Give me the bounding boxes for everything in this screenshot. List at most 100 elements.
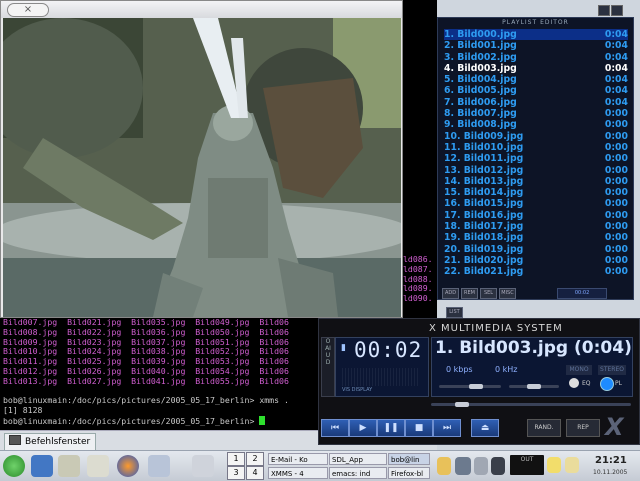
- playlist-item-name: 21. Bild020.jpg: [444, 254, 524, 266]
- task-sdl-app[interactable]: SDL_App: [329, 453, 387, 465]
- playlist-item-name: 11. Bild010.jpg: [444, 141, 524, 153]
- terminal-launcher-icon[interactable]: [58, 455, 80, 477]
- eject-button[interactable]: ⏏: [471, 419, 499, 437]
- printer-tray-icon[interactable]: [455, 457, 471, 475]
- playlist-misc-button[interactable]: MISC: [499, 288, 516, 299]
- playlist-select-button[interactable]: SEL: [480, 288, 497, 299]
- pager-desktop-1[interactable]: 1: [227, 452, 245, 466]
- playlist-item[interactable]: 6. Bild005.jpg 0:04: [444, 85, 628, 96]
- playlist-button-bar: ADD REM SEL MISC 00:02 LIST: [442, 288, 632, 318]
- pager-desktop-2[interactable]: 2: [246, 452, 264, 466]
- playlist-item-time: 0:00: [604, 130, 628, 142]
- previous-icon: ⏮: [330, 423, 340, 433]
- playlist-item[interactable]: 11. Bild010.jpg 0:00: [444, 142, 628, 153]
- image-viewer-titlebar[interactable]: ×: [1, 1, 402, 18]
- playlist-item[interactable]: 2. Bild001.jpg 0:04: [444, 40, 628, 51]
- next-button[interactable]: ⏭: [433, 419, 461, 437]
- terminal-prompt-line: bob@linuxmain:/doc/pics/pictures/2005_05…: [3, 395, 289, 405]
- playlist-item[interactable]: 1. Bild000.jpg 0:04: [444, 29, 628, 41]
- playlist-item[interactable]: 12. Bild011.jpg 0:00: [444, 153, 628, 164]
- playlist-item[interactable]: 13. Bild012.jpg 0:00: [444, 165, 628, 176]
- clock-time[interactable]: 21:21: [595, 455, 627, 466]
- playlist-item[interactable]: 15. Bild014.jpg 0:00: [444, 187, 628, 198]
- playlist-item[interactable]: 17. Bild016.jpg 0:00: [444, 210, 628, 221]
- playlist-mini-time: 00:02: [557, 288, 608, 299]
- playlist-item[interactable]: 7. Bild006.jpg 0:04: [444, 97, 628, 108]
- cpu-monitor-tray[interactable]: OUT: [510, 455, 544, 475]
- task-firefox[interactable]: Firefox-bl: [388, 467, 430, 479]
- playlist-item[interactable]: 16. Bild015.jpg 0:00: [444, 198, 628, 209]
- settings-icon[interactable]: [192, 455, 214, 477]
- pager-desktop-3[interactable]: 3: [227, 466, 245, 480]
- close-icon[interactable]: ×: [7, 3, 49, 17]
- repeat-button[interactable]: REP: [566, 419, 600, 437]
- balance-slider[interactable]: [509, 384, 559, 389]
- playlist-item[interactable]: 14. Bild013.jpg 0:00: [444, 176, 628, 187]
- task-email[interactable]: E-Mail - Ko: [268, 453, 328, 465]
- playlist-item-time: 0:00: [604, 266, 628, 278]
- previous-button[interactable]: ⏮: [321, 419, 349, 437]
- konqueror-icon[interactable]: [148, 455, 170, 477]
- notes-tray-icon[interactable]: [547, 457, 561, 473]
- play-button[interactable]: ▶: [349, 419, 377, 437]
- playlist-toggle[interactable]: [600, 377, 614, 391]
- k-menu-icon[interactable]: [3, 455, 25, 477]
- system-icon[interactable]: [87, 455, 109, 477]
- play-indicator-icon: ▮: [341, 343, 346, 353]
- playlist-shade-button[interactable]: [598, 5, 610, 16]
- playlist-item-time: 0:04: [604, 74, 628, 86]
- terminal-icon: [9, 435, 21, 445]
- volume-slider[interactable]: [439, 384, 501, 389]
- playlist-item[interactable]: 20. Bild019.jpg 0:00: [444, 244, 628, 255]
- terminal-tab[interactable]: Befehlsfenster: [4, 433, 96, 451]
- clutterbar-label: OAIUD: [325, 338, 331, 366]
- visualization-label: VIS DISPLAY: [342, 387, 373, 393]
- xmms-main-window[interactable]: X MULTIMEDIA SYSTEM OAIUD ▮ 00:02 VIS DI…: [318, 318, 640, 445]
- terminal-current-prompt[interactable]: bob@linuxmain:/doc/pics/pictures/2005_05…: [3, 416, 266, 427]
- xmms-title: X MULTIMEDIA SYSTEM: [429, 323, 563, 334]
- time-display[interactable]: ▮ 00:02 VIS DISPLAY: [335, 337, 429, 397]
- network-tray-icon[interactable]: [474, 457, 488, 475]
- playlist-item[interactable]: 21. Bild020.jpg 0:00: [444, 255, 628, 266]
- playlist-item-name: 3. Bild002.jpg: [444, 51, 517, 63]
- visualization-display[interactable]: [342, 368, 420, 386]
- playlist-close-button[interactable]: [611, 5, 623, 16]
- pause-button[interactable]: ❚❚: [377, 419, 405, 437]
- task-terminal[interactable]: bob@lin: [388, 453, 430, 465]
- equalizer-toggle[interactable]: [569, 378, 579, 388]
- playlist-list-button[interactable]: LIST: [446, 307, 463, 318]
- playlist-item[interactable]: 18. Bild017.jpg 0:00: [444, 221, 628, 232]
- task-xmms[interactable]: XMMS - 4: [268, 467, 328, 479]
- playlist-add-button[interactable]: ADD: [442, 288, 459, 299]
- volume-knob[interactable]: [469, 384, 483, 389]
- home-icon[interactable]: [31, 455, 53, 477]
- playlist-item[interactable]: 8. Bild007.jpg 0:00: [444, 108, 628, 119]
- balance-knob[interactable]: [527, 384, 541, 389]
- song-title: 1. Bild003.jpg (0:04): [435, 338, 632, 358]
- shuffle-button[interactable]: RAND.: [527, 419, 561, 437]
- playlist-item[interactable]: 4. Bild003.jpg 0:04: [444, 63, 628, 74]
- xmms-clutterbar[interactable]: OAIUD: [321, 337, 335, 397]
- playlist-item[interactable]: 3. Bild002.jpg 0:04: [444, 52, 628, 63]
- task-emacs[interactable]: emacs: ind: [329, 467, 387, 479]
- playlist-item[interactable]: 9. Bild008.jpg 0:00: [444, 119, 628, 130]
- playlist-item-time: 0:00: [604, 187, 628, 199]
- playlist-editor-window[interactable]: PLAYLIST EDITOR 1. Bild000.jpg 0:04 2. Bil…: [437, 17, 634, 318]
- clipboard-tray-icon[interactable]: [437, 457, 451, 475]
- playlist-item[interactable]: 10. Bild009.jpg 0:00: [444, 131, 628, 142]
- monitor-tray-icon[interactable]: [491, 457, 505, 475]
- seek-knob[interactable]: [455, 402, 469, 407]
- playlist-item[interactable]: 19. Bild018.jpg 0:00: [444, 232, 628, 243]
- stop-button[interactable]: ■: [405, 419, 433, 437]
- firefox-icon[interactable]: [117, 455, 139, 477]
- playlist-item[interactable]: 22. Bild021.jpg 0:00: [444, 266, 628, 277]
- playlist-item-time: 0:00: [604, 198, 628, 210]
- image-viewer-window[interactable]: ×: [0, 0, 403, 318]
- playlist-remove-button[interactable]: REM: [461, 288, 478, 299]
- playlist-list[interactable]: 1. Bild000.jpg 0:04 2. Bild001.jpg 0:04 3. B…: [444, 29, 628, 278]
- pager-desktop-4[interactable]: 4: [246, 466, 264, 480]
- playlist-item-name: 20. Bild019.jpg: [444, 243, 524, 255]
- playlist-item[interactable]: 5. Bild004.jpg 0:04: [444, 74, 628, 85]
- seek-bar[interactable]: [431, 402, 631, 407]
- klipper-tray-icon[interactable]: [565, 457, 579, 473]
